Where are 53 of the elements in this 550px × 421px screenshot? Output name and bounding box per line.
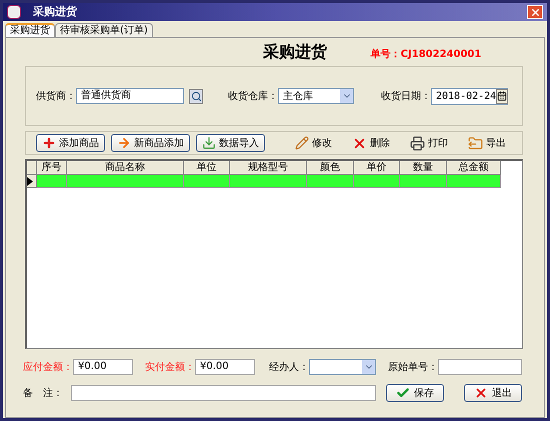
field-label: 经办人：	[269, 360, 309, 374]
field-label: 原始单号：	[388, 360, 438, 374]
window-title: 采购进货	[33, 4, 78, 20]
column-header[interactable]: 颜色	[307, 161, 354, 175]
original-number-field[interactable]	[438, 359, 522, 375]
action-button[interactable]: 删除	[348, 134, 394, 152]
warehouse-dropdown[interactable]: 主仓库	[278, 88, 354, 104]
calendar-icon	[497, 91, 508, 101]
search-button[interactable]	[189, 88, 203, 104]
date-field[interactable]: 2018-02-24	[431, 88, 508, 104]
row-pointer-icon	[27, 176, 33, 186]
action-button[interactable]: 打印	[406, 134, 452, 152]
field-label: 备 注：	[23, 386, 64, 400]
tab[interactable]: 待审核采购单(订单)	[55, 23, 153, 37]
field-label: 实付金额：	[145, 360, 195, 374]
payable-field[interactable]: ¥0.00	[73, 359, 133, 375]
field-label: 收货日期：	[381, 90, 431, 104]
pencil-icon	[295, 136, 309, 150]
x-icon	[474, 386, 488, 400]
check-icon	[396, 386, 410, 400]
header-cell	[27, 161, 37, 175]
close-button[interactable]	[527, 5, 543, 19]
column-header[interactable]: 单价	[354, 161, 400, 175]
toolbar-button[interactable]: 数据导入	[196, 134, 265, 152]
toolbar-button[interactable]: 添加商品	[36, 134, 105, 152]
field-label: 供货商：	[36, 90, 76, 104]
tab[interactable]: 采购进货	[5, 23, 55, 37]
field-label: 应付金额：	[23, 360, 73, 374]
action-button[interactable]: 修改	[291, 134, 336, 152]
column-header[interactable]: 商品名称	[67, 161, 184, 175]
column-header[interactable]: 序号	[37, 161, 67, 175]
handler-dropdown[interactable]	[309, 359, 376, 375]
form-heading: 采购进货	[263, 41, 327, 63]
app-icon	[7, 5, 21, 19]
save-button[interactable]: 保存	[386, 384, 444, 402]
paid-field[interactable]: ¥0.00	[195, 359, 255, 375]
action-button[interactable]: 导出	[464, 134, 510, 152]
supplier-field[interactable]: 普通供货商	[76, 88, 184, 104]
exit-button[interactable]: 退出	[464, 384, 522, 402]
remark-field[interactable]	[71, 385, 376, 401]
column-header[interactable]: 单位	[184, 161, 230, 175]
order-number: 单号：CJ1802240001	[370, 48, 482, 62]
field-label: 收货仓库：	[228, 90, 278, 104]
search-icon	[190, 90, 202, 102]
column-header[interactable]: 规格型号	[230, 161, 307, 175]
column-header[interactable]: 数量	[400, 161, 447, 175]
download-icon	[202, 136, 216, 150]
plus-icon	[42, 136, 56, 150]
printer-icon	[410, 136, 425, 150]
folder-export-icon	[468, 136, 483, 150]
close-icon	[530, 6, 540, 18]
toolbar-button[interactable]: 新商品添加	[111, 134, 190, 152]
column-header[interactable]: 总金额	[447, 161, 501, 175]
